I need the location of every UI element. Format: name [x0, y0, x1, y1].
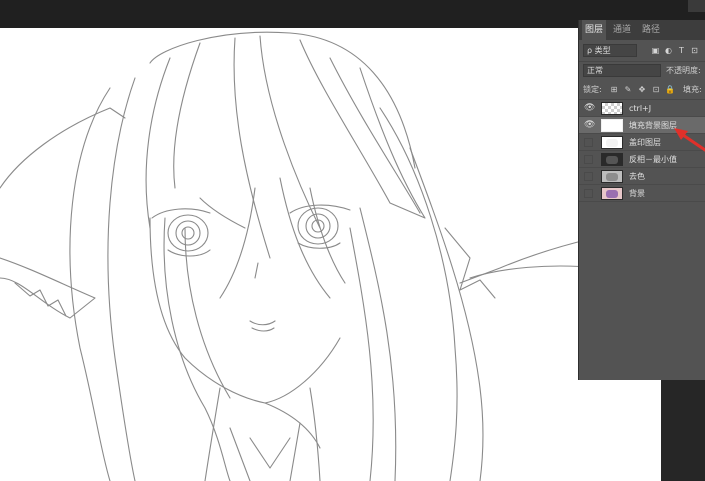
panel-tab-bar: 图层 通道 路径 [579, 20, 705, 40]
image-filter-icon[interactable]: ▣ [650, 45, 661, 56]
visibility-toggle[interactable] [584, 138, 593, 147]
type-filter-icon[interactable]: T [676, 45, 687, 56]
document-canvas[interactable] [0, 28, 661, 481]
fill-label: 填充: [683, 85, 702, 94]
adjustment-filter-icon[interactable]: ◐ [663, 45, 674, 56]
visibility-toggle[interactable] [584, 172, 593, 181]
layer-name: 反相－最小值 [629, 155, 677, 164]
lock-artboard-icon[interactable]: ⊡ [651, 84, 661, 95]
layer-thumbnail [601, 187, 623, 200]
layer-thumbnail [601, 153, 623, 166]
top-corner-block [688, 0, 705, 12]
layer-name: ctrl+J [629, 104, 652, 113]
lock-image-icon[interactable]: ✎ [623, 84, 633, 95]
lock-position-icon[interactable]: ✥ [637, 84, 647, 95]
shape-filter-icon[interactable]: ⊡ [689, 45, 700, 56]
layer-name: 去色 [629, 172, 645, 181]
visibility-toggle[interactable] [584, 155, 593, 164]
layer-filter-row: ρ 类型 ▣ ◐ T ⊡ [579, 42, 705, 60]
layer-thumbnail [601, 136, 623, 149]
lock-row: 锁定: ⊞ ✎ ✥ ⊡ 🔒 填充: [579, 81, 705, 99]
blend-mode-select[interactable]: 正常 [583, 64, 661, 77]
visibility-toggle[interactable] [584, 189, 593, 198]
line-art-drawing [0, 31, 661, 481]
filter-kind-select[interactable]: ρ 类型 [583, 44, 637, 57]
layer-thumbnail [601, 119, 623, 132]
blend-row: 正常 不透明度: [579, 62, 705, 80]
opacity-label: 不透明度: [666, 66, 701, 75]
lock-label: 锁定: [583, 85, 602, 94]
layers-panel: 图层 通道 路径 ρ 类型 ▣ ◐ T ⊡ 正常 不透明度: 锁定: ⊞ ✎ ✥… [578, 20, 705, 380]
layer-row[interactable]: 去色 [579, 168, 705, 185]
layer-row[interactable]: 👁 ctrl+J [579, 100, 705, 117]
lock-all-icon[interactable]: 🔒 [665, 84, 675, 95]
layer-row[interactable]: 反相－最小值 [579, 151, 705, 168]
eye-icon[interactable]: 👁 [584, 120, 595, 130]
eye-icon[interactable]: 👁 [584, 103, 595, 113]
tab-channels[interactable]: 通道 [610, 20, 634, 40]
lock-transparent-icon[interactable]: ⊞ [609, 84, 619, 95]
layer-row[interactable]: 背景 [579, 185, 705, 202]
layer-thumbnail [601, 102, 623, 115]
layer-thumbnail [601, 170, 623, 183]
tab-paths[interactable]: 路径 [639, 20, 663, 40]
layer-row[interactable]: 盖印图层 [579, 134, 705, 151]
layer-name: 盖印图层 [629, 138, 661, 147]
tab-layers[interactable]: 图层 [582, 20, 606, 40]
layer-row-selected[interactable]: 👁 填充背景图层 [579, 117, 705, 134]
layer-name: 背景 [629, 189, 645, 198]
layer-name: 填充背景图层 [629, 121, 677, 130]
